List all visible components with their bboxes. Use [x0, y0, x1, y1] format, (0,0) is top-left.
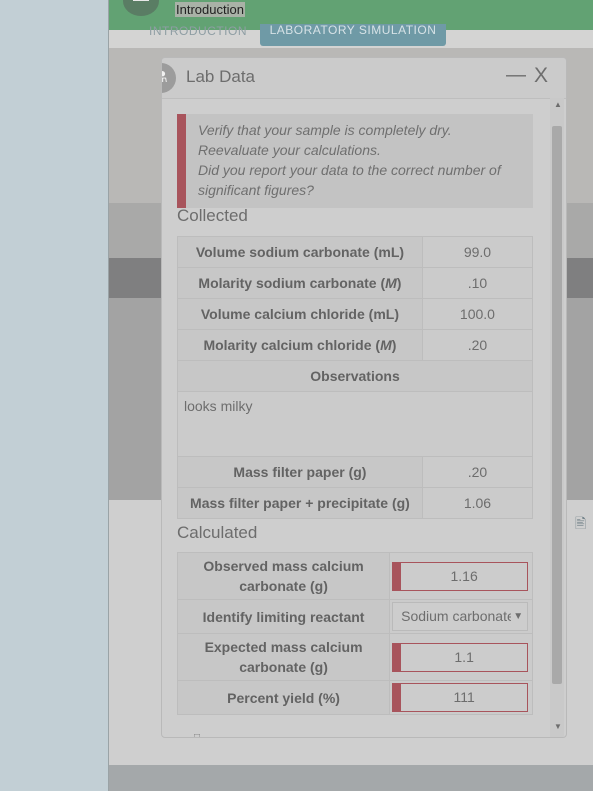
row-value: 99.0	[421, 236, 534, 268]
row-label: Mass filter paper + precipitate (g)	[177, 487, 423, 519]
table-row: Identify limiting reactant Sodium carbon…	[176, 599, 533, 634]
table-row: Expected mass calcium carbonate (g) 1.1	[176, 633, 533, 681]
close-button[interactable]: X	[534, 64, 548, 88]
table-row: Observed mass calcium carbonate (g) 1.16	[176, 552, 533, 600]
row-label: Identify limiting reactant	[176, 599, 391, 634]
table-row: Percent yield (%) 111	[176, 680, 533, 715]
calculated-table: Observed mass calcium carbonate (g) 1.16…	[176, 552, 533, 715]
document-icon[interactable]: 🖹	[575, 513, 586, 537]
scrollbar-thumb[interactable]	[552, 126, 562, 684]
flask-icon: ⚗	[162, 63, 176, 93]
row-input-cell: 1.1	[389, 633, 533, 681]
document-icon: □	[194, 732, 201, 738]
observations-header-row: Observations	[177, 360, 533, 392]
menu-button[interactable]	[123, 0, 159, 16]
dialog-title: Lab Data	[186, 67, 255, 86]
tab-bar: INTRODUCTION LABORATORY SIMULATION	[109, 24, 593, 48]
scroll-up-icon[interactable]: ▲	[554, 100, 562, 109]
chevron-down-icon: ▼	[511, 603, 524, 630]
row-label: Molarity sodium carbonate (M)	[177, 267, 423, 299]
row-label: Expected mass calcium carbonate (g)	[176, 633, 391, 681]
alert-line: Verify that your sample is completely dr…	[198, 122, 452, 138]
hamburger-icon	[133, 0, 149, 1]
tab-laboratory-simulation[interactable]: LABORATORY SIMULATION	[260, 24, 446, 46]
row-label: Volume calcium chloride (mL)	[177, 298, 423, 330]
observations-row: looks milky	[177, 391, 533, 457]
table-row: Volume sodium carbonate (mL) 99.0	[177, 236, 534, 268]
expected-mass-input[interactable]: 1.1	[392, 642, 529, 672]
minimize-button[interactable]: —	[506, 63, 526, 87]
row-label: Observed mass calcium carbonate (g)	[176, 552, 391, 600]
row-label: Molarity calcium chloride (M)	[177, 329, 423, 361]
calculated-heading: Calculated	[177, 523, 258, 542]
limiting-reactant-select[interactable]: Sodium carbonate ▼	[392, 602, 529, 631]
alert-line: Reevaluate your calculations.	[198, 142, 381, 158]
table-row: Volume calcium chloride (mL) 100.0	[177, 298, 534, 330]
row-value: 1.06	[421, 487, 534, 519]
collected-table: Volume sodium carbonate (mL) 99.0 Molari…	[177, 236, 534, 519]
row-value: .20	[421, 329, 534, 361]
observed-mass-input[interactable]: 1.16	[392, 561, 529, 591]
table-row: Mass filter paper + precipitate (g) 1.06	[177, 487, 534, 519]
validation-alert: Verify that your sample is completely dr…	[177, 114, 533, 208]
observations-header: Observations	[177, 360, 533, 392]
row-label: Mass filter paper (g)	[177, 456, 423, 488]
row-value: 100.0	[421, 298, 534, 330]
row-value: .20	[421, 456, 534, 488]
dialog-header[interactable]: ⚗ Lab Data — X	[162, 58, 566, 99]
table-row: Molarity sodium carbonate (M) .10	[177, 267, 534, 299]
row-input-cell: Sodium carbonate ▼	[389, 599, 533, 634]
alert-line: Did you report your data to the correct …	[198, 162, 501, 198]
observations-value: looks milky	[177, 391, 533, 457]
row-input-cell: 111	[389, 680, 533, 715]
tab-introduction[interactable]: INTRODUCTION	[149, 24, 247, 38]
footer-bar	[109, 765, 593, 791]
row-input-cell: 1.16	[389, 552, 533, 600]
scroll-down-icon[interactable]: ▼	[554, 722, 562, 731]
lab-data-dialog: ⚗ Lab Data — X Verify that your sample i…	[161, 57, 567, 738]
row-value: .10	[421, 267, 534, 299]
collected-heading: Collected	[177, 206, 248, 225]
table-row: Molarity calcium chloride (M) .20	[177, 329, 534, 361]
row-label: Percent yield (%)	[176, 680, 391, 715]
nav-title: Introduction	[175, 2, 245, 17]
table-row: Mass filter paper (g) .20	[177, 456, 534, 488]
percent-yield-input[interactable]: 111	[392, 683, 529, 712]
dialog-content: Verify that your sample is completely dr…	[176, 114, 534, 715]
row-label: Volume sodium carbonate (mL)	[177, 236, 423, 268]
